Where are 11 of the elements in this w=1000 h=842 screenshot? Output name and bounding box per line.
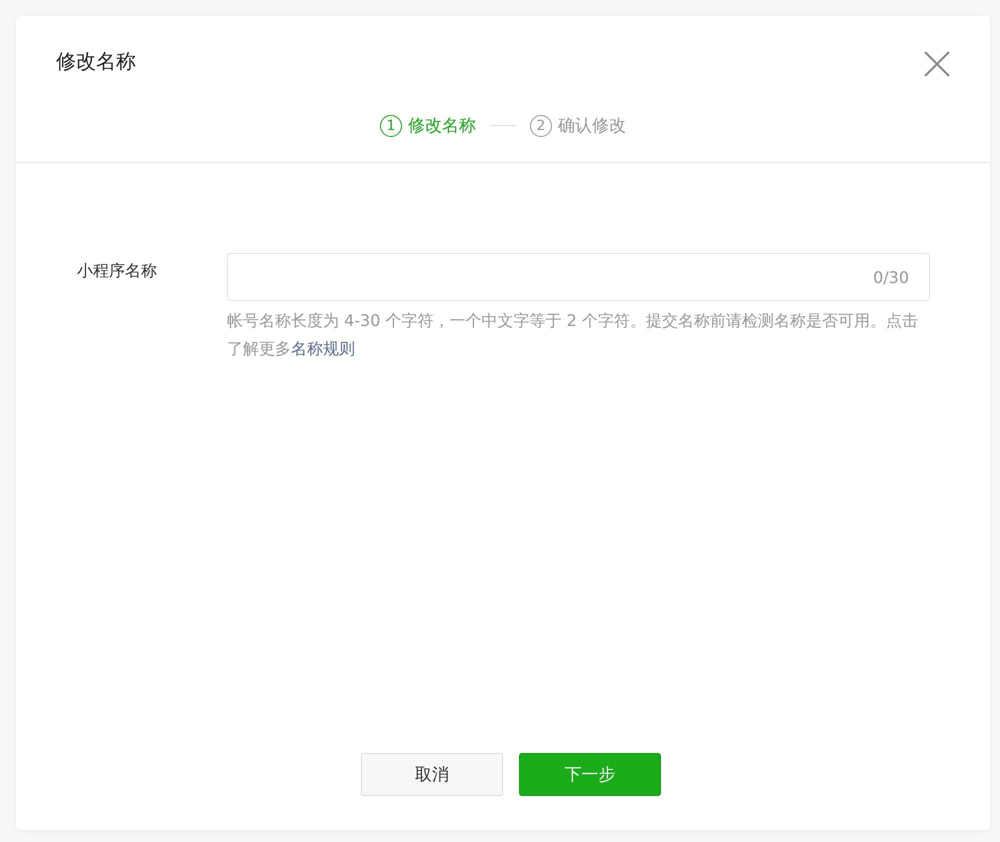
close-icon[interactable]	[924, 51, 950, 77]
character-counter: 0/30	[873, 268, 909, 286]
field-label: 小程序名称	[77, 260, 158, 282]
name-rules-link[interactable]: 名称规则	[291, 339, 355, 358]
hint-text: 帐号名称长度为 4-30 个字符，一个中文字等于 2 个字符。提交名称前请检测名称是否可用。点击了解更多名称规则	[227, 310, 919, 360]
next-step-button[interactable]: 下一步	[519, 753, 661, 796]
dialog-title: 修改名称	[56, 48, 136, 75]
step-indicator: 1 修改名称	[380, 114, 476, 137]
step-indicator: 2 确认修改	[530, 114, 626, 137]
cancel-button[interactable]: 取消	[361, 753, 503, 796]
name-input-field[interactable]: 0/30	[227, 253, 930, 301]
